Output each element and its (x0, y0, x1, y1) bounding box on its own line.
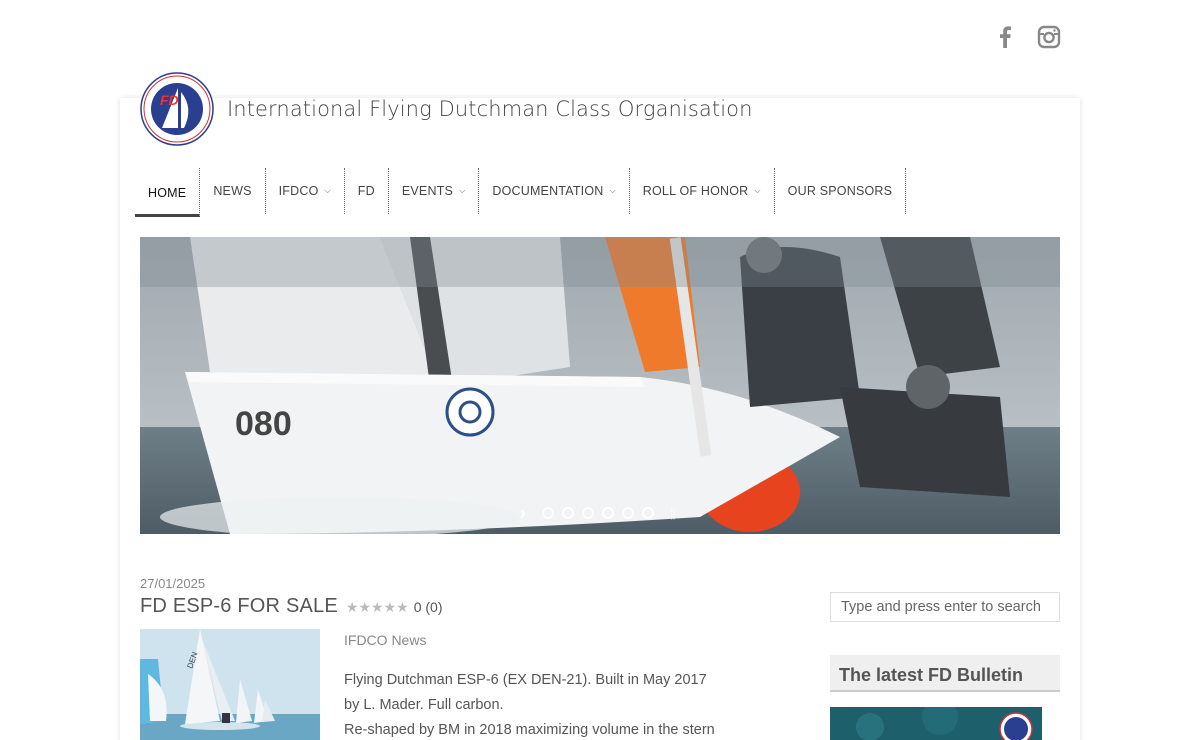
nav-item-label: IFDCO (278, 184, 319, 198)
slider-dot[interactable] (542, 506, 554, 519)
post-date: 27/01/2025 (140, 576, 206, 591)
slider-dot[interactable] (602, 506, 614, 519)
nav-item-roll-of-honor[interactable]: ROLL OF HONOR ⌵ (630, 168, 775, 214)
excerpt-line: Re-shaped by BM in 2018 maximizing volum… (344, 722, 715, 738)
slider-dot[interactable] (582, 506, 594, 519)
nav-item-documentation[interactable]: DOCUMENTATION ⌵ (479, 168, 630, 214)
post-thumbnail[interactable]: DEN (140, 629, 320, 740)
excerpt-line: Flying Dutchman ESP-6 (EX DEN-21). Built… (344, 672, 707, 688)
chevron-down-icon: ⌵ (609, 186, 616, 195)
nav-item-home[interactable]: HOME (135, 168, 201, 217)
star-icon[interactable]: ★ (371, 599, 384, 616)
slide-image-sailing-dinghy: 080 (140, 237, 1060, 534)
logo-text: FD (160, 92, 179, 108)
star-icon[interactable]: ★ (346, 599, 359, 616)
site-title[interactable]: International Flying Dutchman Class Orga… (227, 97, 753, 121)
nav-item-ifdco[interactable]: IFDCO ⌵ (266, 168, 345, 214)
facebook-icon[interactable] (990, 22, 1020, 52)
slider-dot[interactable] (622, 506, 634, 519)
chevron-down-icon: ⌵ (754, 186, 761, 195)
star-icon[interactable]: ★ (358, 599, 371, 616)
star-icon[interactable]: ★ (396, 599, 409, 616)
slide-sail-number: 080 (235, 405, 292, 443)
rating-stars[interactable]: ★ ★ ★ ★ ★ (346, 599, 409, 616)
nav-item-label: NEWS (213, 184, 252, 198)
post-heading: FD ESP-6 FOR SALE ★ ★ ★ ★ ★ 0 (0) (140, 595, 443, 618)
slider-pause-icon[interactable]: || (670, 505, 676, 520)
rating-count: 0 (0) (413, 599, 443, 615)
post-excerpt: Flying Dutchman ESP-6 (EX DEN-21). Built… (344, 668, 764, 740)
post-title[interactable]: FD ESP-6 FOR SALE (140, 595, 338, 618)
search-input[interactable] (830, 592, 1060, 622)
nav-item-label: HOME (148, 185, 187, 200)
nav-item-fd[interactable]: FD (345, 168, 389, 214)
slider-controls: › || (520, 504, 676, 522)
main-navigation: HOME NEWS IFDCO ⌵ FD EVENTS ⌵ DOCUMENTATION ⌵ ROL… (135, 168, 907, 217)
instagram-icon[interactable] (1034, 22, 1064, 52)
site-header: FD International Flying Dutchman Class O… (140, 72, 753, 146)
chevron-down-icon: ⌵ (459, 186, 466, 195)
nav-item-news[interactable]: NEWS (200, 168, 266, 214)
site-logo[interactable]: FD (140, 72, 214, 146)
star-icon[interactable]: ★ (384, 599, 397, 616)
bulletin-cover-image[interactable] (830, 707, 1042, 740)
slider-dot[interactable] (562, 506, 574, 519)
nav-item-events[interactable]: EVENTS ⌵ (389, 168, 480, 214)
nav-item-label: DOCUMENTATION (492, 184, 604, 198)
slider-dots (542, 506, 654, 519)
slider-next-icon[interactable]: › (520, 504, 526, 522)
widget-title: The latest FD Bulletin (830, 655, 1060, 692)
nav-item-our-sponsors[interactable]: OUR SPONSORS (775, 168, 907, 214)
nav-item-label: FD (357, 184, 375, 198)
excerpt-line: by L. Mader. Full carbon. (344, 697, 504, 713)
post-category[interactable]: IFDCO News (344, 632, 426, 648)
slider-dot[interactable] (642, 506, 654, 519)
nav-item-label: ROLL OF HONOR (642, 184, 749, 198)
nav-item-label: OUR SPONSORS (787, 184, 893, 198)
chevron-down-icon: ⌵ (324, 186, 331, 195)
image-slider[interactable]: 080 › || (140, 237, 1060, 534)
nav-item-label: EVENTS (401, 184, 454, 198)
social-links (990, 22, 1064, 52)
